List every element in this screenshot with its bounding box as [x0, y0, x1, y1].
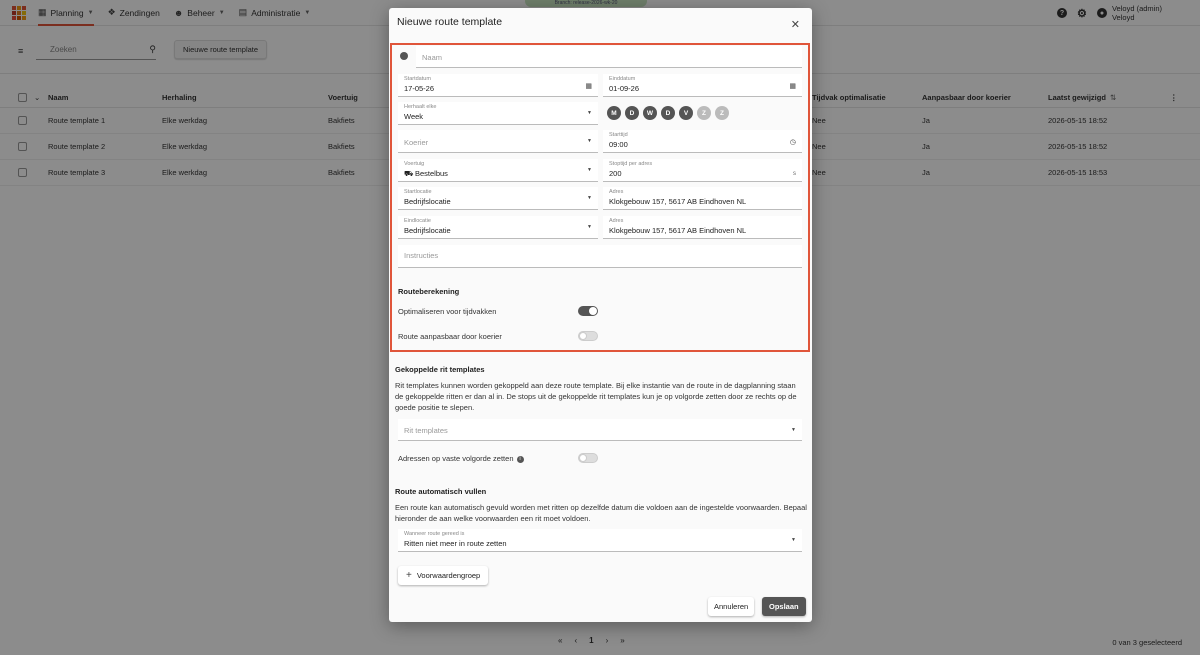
startdatum-field[interactable]: Startdatum 17-05-26 ▦	[398, 74, 598, 97]
vaste-volgorde-label: Adressen op vaste volgorde zetten i	[398, 454, 524, 463]
koerier-placeholder: Koerier	[404, 138, 429, 147]
eindadres-label: Adres	[609, 218, 624, 224]
routeberekening-title: Routeberekening	[398, 287, 460, 296]
dropdown-arrow-icon: ▼	[587, 195, 592, 201]
day-toggle[interactable]: D	[625, 106, 639, 120]
starttijd-label: Starttijd	[609, 132, 628, 138]
koerier-select[interactable]: Koerier ▼	[398, 130, 598, 153]
gekoppeld-title: Gekoppelde rit templates	[395, 365, 485, 374]
starttijd-field[interactable]: Starttijd 09:00 ◷	[603, 130, 802, 153]
herhaalt-value: Week	[404, 112, 424, 121]
name-field[interactable]: Naam	[416, 46, 802, 68]
cancel-button[interactable]: Annuleren	[708, 597, 755, 616]
einddatum-value: 01-09-26	[609, 84, 640, 93]
herhaalt-label: Herhaalt elke	[404, 104, 437, 110]
dialog-title: Nieuwe route template	[397, 16, 503, 28]
instructies-placeholder: Instructies	[404, 251, 439, 260]
calendar-icon[interactable]: ▦	[789, 82, 796, 90]
info-icon[interactable]: i	[516, 455, 524, 463]
starttijd-value: 09:00	[609, 140, 628, 149]
aanpasbaar-label: Route aanpasbaar door koerier	[398, 332, 502, 341]
startdatum-label: Startdatum	[404, 76, 431, 82]
calendar-icon[interactable]: ▦	[585, 82, 592, 90]
optimaliseren-toggle[interactable]	[578, 306, 598, 316]
startlocatie-value: Bedrijfslocatie	[404, 197, 451, 206]
voertuig-select[interactable]: Voertuig ⛟ Bestelbus ▼	[398, 159, 598, 182]
day-toggle[interactable]: M	[607, 106, 621, 120]
add-voorwaardengroep-button[interactable]: + Voorwaardengroep	[398, 566, 489, 585]
day-toggle[interactable]: Z	[697, 106, 711, 120]
color-dot[interactable]	[400, 52, 408, 60]
voertuig-value: Bestelbus	[415, 169, 448, 178]
stoptijd-label: Stoptijd per adres	[609, 161, 653, 167]
dropdown-arrow-icon: ▼	[791, 537, 796, 543]
dropdown-arrow-icon: ▼	[587, 167, 592, 173]
eindlocatie-select[interactable]: Eindlocatie Bedrijfslocatie ▼	[398, 216, 598, 239]
day-toggle[interactable]: W	[643, 106, 657, 120]
plus-icon: +	[406, 570, 412, 581]
herhaalt-select[interactable]: Herhaalt elke Week ▼	[398, 102, 598, 125]
weekday-picker: M D W D V Z Z	[607, 106, 729, 120]
voertuig-label: Voertuig	[404, 161, 425, 167]
clock-icon[interactable]: ◷	[790, 138, 796, 146]
truck-icon: ⛟	[404, 169, 414, 178]
startdatum-value: 17-05-26	[404, 84, 435, 93]
aanpasbaar-toggle[interactable]	[578, 331, 598, 341]
dropdown-arrow-icon: ▼	[587, 224, 592, 230]
eindlocatie-value: Bedrijfslocatie	[404, 226, 451, 235]
save-button[interactable]: Opslaan	[762, 597, 806, 616]
day-toggle[interactable]: V	[679, 106, 693, 120]
rit-templates-select[interactable]: Rit templates ▼	[398, 419, 802, 441]
toggle-knob	[579, 454, 587, 462]
dropdown-arrow-icon: ▼	[587, 110, 592, 116]
wanneer-select[interactable]: Wanneer route gereed is Ritten niet meer…	[398, 529, 802, 552]
day-toggle[interactable]: D	[661, 106, 675, 120]
wanneer-label: Wanneer route gereed is	[404, 531, 465, 537]
eindadres-value: Klokgebouw 157, 5617 AB Eindhoven NL	[609, 226, 747, 235]
name-placeholder: Naam	[422, 53, 443, 62]
new-route-template-dialog: Nieuwe route template ✕ Naam Startdatum …	[389, 8, 812, 622]
startlocatie-select[interactable]: Startlocatie Bedrijfslocatie ▼	[398, 187, 598, 210]
close-icon[interactable]: ✕	[791, 18, 800, 31]
startadres-value: Klokgebouw 157, 5617 AB Eindhoven NL	[609, 197, 747, 206]
automatisch-title: Route automatisch vullen	[395, 487, 487, 496]
stoptijd-suffix: s	[793, 171, 796, 177]
eindadres-field[interactable]: Adres Klokgebouw 157, 5617 AB Eindhoven …	[603, 216, 802, 239]
wanneer-value: Ritten niet meer in route zetten	[404, 539, 507, 548]
dropdown-arrow-icon: ▼	[791, 427, 796, 433]
vaste-volgorde-text: Adressen op vaste volgorde zetten	[398, 454, 514, 463]
rit-templates-placeholder: Rit templates	[404, 426, 448, 435]
day-toggle[interactable]: Z	[715, 106, 729, 120]
startadres-label: Adres	[609, 189, 624, 195]
toggle-knob	[589, 307, 597, 315]
startlocatie-label: Startlocatie	[404, 189, 432, 195]
stoptijd-field[interactable]: Stoptijd per adres 200 s	[603, 159, 802, 182]
gekoppeld-text: Rit templates kunnen worden gekoppeld aa…	[395, 381, 797, 412]
dropdown-arrow-icon: ▼	[587, 138, 592, 144]
startadres-field[interactable]: Adres Klokgebouw 157, 5617 AB Eindhoven …	[603, 187, 802, 210]
stoptijd-value: 200	[609, 169, 622, 178]
einddatum-field[interactable]: Einddatum 01-09-26 ▦	[603, 74, 802, 97]
eindlocatie-label: Eindlocatie	[404, 218, 431, 224]
einddatum-label: Einddatum	[609, 76, 636, 82]
vaste-volgorde-toggle[interactable]	[578, 453, 598, 463]
toggle-knob	[579, 332, 587, 340]
add-voorwaardengroep-label: Voorwaardengroep	[416, 571, 481, 580]
instructies-field[interactable]: Instructies	[398, 245, 802, 268]
optimaliseren-label: Optimaliseren voor tijdvakken	[398, 307, 497, 316]
automatisch-text: Een route kan automatisch gevuld worden …	[395, 503, 807, 523]
